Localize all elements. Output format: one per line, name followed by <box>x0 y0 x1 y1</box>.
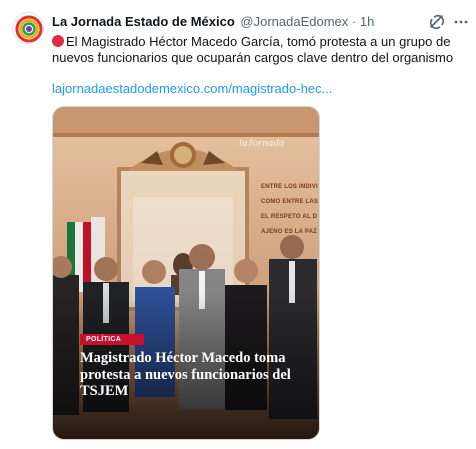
article-link[interactable]: lajornadaestadodemexico.com/magistrado-h… <box>52 81 332 97</box>
account-handle[interactable]: @JornadaEdomex <box>240 14 348 29</box>
wall-inscription: ENTRE LOS INDIVI COMO ENTRE LAS N EL RES… <box>261 180 320 240</box>
watermark-logo: laJornada <box>239 137 285 149</box>
red-circle-icon <box>52 35 64 47</box>
wall-line: AJENO ES LA PAZ <box>261 229 318 235</box>
media-image[interactable]: laJornada ENTRE LOS INDIVI COMO ENTRE LA… <box>52 106 320 440</box>
tweet-card[interactable]: La Jornada Estado de México @JornadaEdom… <box>0 0 476 449</box>
tweet-text: El Magistrado Héctor Macedo García, tomó… <box>52 34 462 66</box>
avatar[interactable] <box>12 12 44 44</box>
wall-line: EL RESPETO AL D <box>261 214 318 220</box>
wall-line: ENTRE LOS INDIVI <box>261 184 318 190</box>
more-options-icon[interactable] <box>452 13 470 31</box>
category-badge: POLÍTICA <box>80 334 144 345</box>
wall-line: COMO ENTRE LAS N <box>261 199 320 205</box>
grok-icon[interactable] <box>428 13 446 31</box>
category-label: POLÍTICA <box>86 336 122 343</box>
separator-dot: · <box>351 14 357 29</box>
tweet-header: La Jornada Estado de México @JornadaEdom… <box>52 14 374 30</box>
avatar-logo-icon <box>15 15 43 43</box>
tweet-body: El Magistrado Héctor Macedo García, tomó… <box>52 34 454 65</box>
timestamp[interactable]: 1h <box>360 14 374 29</box>
account-name[interactable]: La Jornada Estado de México <box>52 14 235 29</box>
media-headline: Magistrado Héctor Macedo toma protesta a… <box>80 350 291 399</box>
